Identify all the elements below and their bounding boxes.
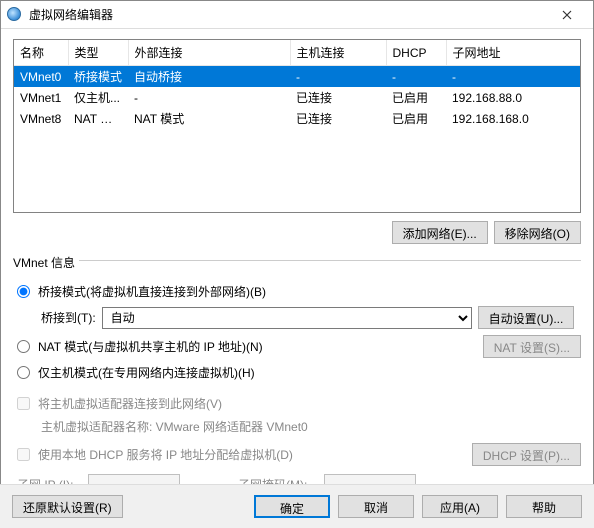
cell-type: NAT 模式 xyxy=(68,108,128,129)
col-name[interactable]: 名称 xyxy=(14,40,68,66)
network-table[interactable]: 名称 类型 外部连接 主机连接 DHCP 子网地址 VMnet0桥接模式自动桥接… xyxy=(13,39,581,213)
vmnet-info-title: VMnet 信息 xyxy=(13,254,75,271)
table-header-row: 名称 类型 外部连接 主机连接 DHCP 子网地址 xyxy=(14,40,580,66)
bridge-to-row: 桥接到(T): 自动 自动设置(U)... xyxy=(41,306,581,329)
cell-dhcp: 已启用 xyxy=(386,108,446,129)
radio-bridge[interactable] xyxy=(17,285,30,298)
cell-name: VMnet1 xyxy=(14,87,68,108)
cell-host: 已连接 xyxy=(290,108,386,129)
radio-nat[interactable] xyxy=(17,340,30,353)
radio-bridge-label: 桥接模式(将虚拟机直接连接到外部网络)(B) xyxy=(38,283,266,300)
radio-bridge-row: 桥接模式(将虚拟机直接连接到外部网络)(B) xyxy=(17,283,581,300)
window-title: 虚拟网络编辑器 xyxy=(29,6,547,23)
bottom-button-bar: 还原默认设置(R) 确定 取消 应用(A) 帮助 xyxy=(0,484,594,528)
add-network-button[interactable]: 添加网络(E)... xyxy=(392,221,488,244)
col-type[interactable]: 类型 xyxy=(68,40,128,66)
check-dhcp-row: 使用本地 DHCP 服务将 IP 地址分配给虚拟机(D) DHCP 设置(P).… xyxy=(17,443,581,466)
close-button[interactable] xyxy=(547,1,587,29)
cell-subnet: - xyxy=(446,66,580,88)
table-buttons: 添加网络(E)... 移除网络(O) xyxy=(13,221,581,244)
cell-type: 仅主机... xyxy=(68,87,128,108)
check-dhcp-label: 使用本地 DHCP 服务将 IP 地址分配给虚拟机(D) xyxy=(38,446,293,463)
radio-hostonly-row: 仅主机模式(在专用网络内连接虚拟机)(H) xyxy=(17,364,581,381)
cell-type: 桥接模式 xyxy=(68,66,128,88)
table-row[interactable]: VMnet8NAT 模式NAT 模式已连接已启用192.168.168.0 xyxy=(14,108,580,129)
table-row[interactable]: VMnet1仅主机...-已连接已启用192.168.88.0 xyxy=(14,87,580,108)
radio-hostonly[interactable] xyxy=(17,366,30,379)
apply-button[interactable]: 应用(A) xyxy=(422,495,498,518)
title-bar: 虚拟网络编辑器 xyxy=(1,1,593,29)
cell-dhcp: - xyxy=(386,66,446,88)
cell-ext: NAT 模式 xyxy=(128,108,290,129)
check-dhcp xyxy=(17,448,30,461)
cell-name: VMnet8 xyxy=(14,108,68,129)
help-button[interactable]: 帮助 xyxy=(506,495,582,518)
dhcp-setup-button: DHCP 设置(P)... xyxy=(472,443,581,466)
cell-subnet: 192.168.168.0 xyxy=(446,108,580,129)
ok-button[interactable]: 确定 xyxy=(254,495,330,518)
cell-ext: 自动桥接 xyxy=(128,66,290,88)
remove-network-button[interactable]: 移除网络(O) xyxy=(494,221,581,244)
bridge-to-select[interactable]: 自动 xyxy=(102,307,472,329)
table-row[interactable]: VMnet0桥接模式自动桥接--- xyxy=(14,66,580,88)
nat-setup-button: NAT 设置(S)... xyxy=(483,335,581,358)
auto-setup-button[interactable]: 自动设置(U)... xyxy=(478,306,575,329)
col-subnet[interactable]: 子网地址 xyxy=(446,40,580,66)
radio-hostonly-label: 仅主机模式(在专用网络内连接虚拟机)(H) xyxy=(38,364,255,381)
cell-ext: - xyxy=(128,87,290,108)
vmnet-info-group-label: VMnet 信息 xyxy=(13,244,581,277)
dialog-content: 名称 类型 外部连接 主机连接 DHCP 子网地址 VMnet0桥接模式自动桥接… xyxy=(1,29,593,502)
close-icon xyxy=(562,10,572,20)
app-globe-icon xyxy=(7,7,23,23)
bridge-to-label: 桥接到(T): xyxy=(41,309,96,326)
col-ext[interactable]: 外部连接 xyxy=(128,40,290,66)
check-hostadapter-label: 将主机虚拟适配器连接到此网络(V) xyxy=(38,395,222,412)
radio-nat-label: NAT 模式(与虚拟机共享主机的 IP 地址)(N) xyxy=(38,338,263,355)
radio-nat-row: NAT 模式(与虚拟机共享主机的 IP 地址)(N) NAT 设置(S)... xyxy=(17,335,581,358)
col-host[interactable]: 主机连接 xyxy=(290,40,386,66)
check-hostadapter xyxy=(17,397,30,410)
cell-name: VMnet0 xyxy=(14,66,68,88)
col-dhcp[interactable]: DHCP xyxy=(386,40,446,66)
hostadapter-name-label: 主机虚拟适配器名称: VMware 网络适配器 VMnet0 xyxy=(41,418,581,435)
cell-host: 已连接 xyxy=(290,87,386,108)
cell-host: - xyxy=(290,66,386,88)
restore-defaults-button[interactable]: 还原默认设置(R) xyxy=(12,495,123,518)
cancel-button[interactable]: 取消 xyxy=(338,495,414,518)
cell-subnet: 192.168.88.0 xyxy=(446,87,580,108)
cell-dhcp: 已启用 xyxy=(386,87,446,108)
check-hostadapter-row: 将主机虚拟适配器连接到此网络(V) xyxy=(17,395,581,412)
